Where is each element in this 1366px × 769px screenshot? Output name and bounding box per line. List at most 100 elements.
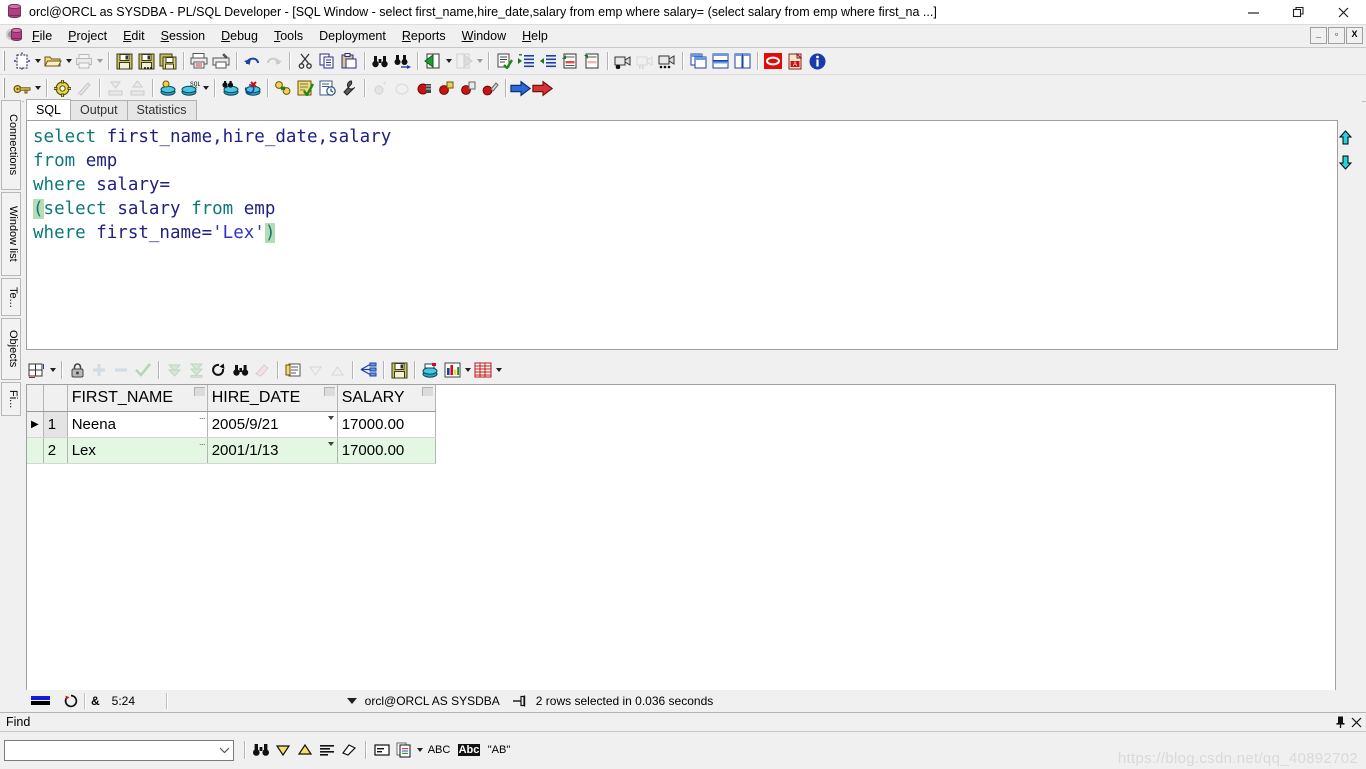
chevron-down-icon[interactable] xyxy=(444,50,453,72)
cascade-windows-icon[interactable] xyxy=(687,50,709,72)
copy-icon[interactable] xyxy=(316,50,338,72)
key-login-icon[interactable] xyxy=(11,77,33,99)
cut-icon[interactable] xyxy=(294,50,316,72)
find-in-window-icon[interactable] xyxy=(371,739,393,761)
indent-icon[interactable] xyxy=(515,50,537,72)
cell-salary[interactable]: 17000.00 xyxy=(337,411,436,438)
sidebar-item-connections[interactable]: Connections xyxy=(1,100,21,190)
sidebar-item-objects[interactable]: Objects xyxy=(1,318,21,380)
breakpoint-file-icon[interactable] xyxy=(435,77,457,99)
scroll-up-arrow-icon[interactable] xyxy=(1334,126,1356,150)
menu-debug[interactable]: Debug xyxy=(213,27,266,45)
previous-window-icon[interactable] xyxy=(422,50,444,72)
chevron-down-icon[interactable] xyxy=(48,359,57,381)
tab-sql[interactable]: SQL xyxy=(26,99,72,120)
close-button[interactable] xyxy=(1321,0,1366,24)
breakpoint-edit-icon[interactable] xyxy=(479,77,501,99)
find-icon[interactable] xyxy=(369,50,391,72)
sidebar-item-window-list[interactable]: Window list xyxy=(1,192,21,276)
sidebar-item-templates[interactable]: Te... xyxy=(1,278,21,316)
refresh-icon[interactable] xyxy=(207,359,229,381)
chevron-down-icon[interactable] xyxy=(216,741,233,760)
cell-hire-date[interactable]: 2001/1/13 xyxy=(207,437,338,464)
test-script-icon[interactable] xyxy=(294,77,316,99)
tab-statistics[interactable]: Statistics xyxy=(126,100,197,120)
menu-project[interactable]: Project xyxy=(60,27,115,45)
menu-edit[interactable]: Edit xyxy=(115,27,153,45)
record-macro-icon[interactable] xyxy=(612,50,634,72)
play-macro-icon[interactable] xyxy=(656,50,678,72)
sql-editor[interactable]: select first_name,hire_date,salary from e… xyxy=(26,120,1338,350)
breakpoint-copy-icon[interactable] xyxy=(457,77,479,99)
chevron-down-icon[interactable] xyxy=(201,77,210,99)
chevron-down-icon[interactable] xyxy=(33,50,42,72)
cell-date-picker-icon[interactable] xyxy=(327,415,334,420)
pdf-export-icon[interactable]: A xyxy=(784,50,806,72)
undo-icon[interactable] xyxy=(241,50,263,72)
outdent-icon[interactable] xyxy=(537,50,559,72)
cell-hire-date[interactable]: 2005/9/21 xyxy=(207,411,338,438)
find-down-icon[interactable] xyxy=(272,739,294,761)
scroll-down-arrow-icon[interactable] xyxy=(1334,150,1356,174)
mdi-close-button[interactable]: X xyxy=(1346,27,1363,44)
pin-icon[interactable] xyxy=(1332,714,1348,730)
grid-layout-icon[interactable] xyxy=(26,359,48,381)
new-sql-window-icon[interactable] xyxy=(157,77,179,99)
about-info-icon[interactable] xyxy=(806,50,828,72)
save-grid-icon[interactable] xyxy=(388,359,410,381)
toolbar-grip[interactable] xyxy=(2,51,9,71)
preferences-gear-icon[interactable] xyxy=(51,77,73,99)
results-grid[interactable]: FIRST_NAME HIRE_DATE SALARY ▶ 1 Neena ··· 20… xyxy=(26,384,1336,692)
row-selector[interactable]: ▶ xyxy=(27,411,44,438)
session-history-icon[interactable] xyxy=(316,77,338,99)
find-binoculars-icon[interactable] xyxy=(250,739,272,761)
copy-to-clipboard-icon[interactable] xyxy=(282,359,304,381)
find-in-grid-icon[interactable] xyxy=(229,359,251,381)
pin-session-icon[interactable] xyxy=(506,692,534,710)
query-data-icon[interactable] xyxy=(357,359,379,381)
connection-dropdown-icon[interactable] xyxy=(341,692,363,710)
breakpoints-icon[interactable] xyxy=(413,77,435,99)
find-all-icon[interactable] xyxy=(316,739,338,761)
save-icon[interactable] xyxy=(113,50,135,72)
column-header-hire-date[interactable]: HIRE_DATE xyxy=(207,385,338,412)
menu-file[interactable]: File xyxy=(24,27,60,45)
chevron-down-icon[interactable] xyxy=(463,359,472,381)
new-window-icon[interactable] xyxy=(11,50,33,72)
grid-view-icon[interactable] xyxy=(472,359,494,381)
table-row[interactable]: ▶ 1 Neena ··· 2005/9/21 17000.00 xyxy=(27,411,436,438)
find-in-files-icon[interactable] xyxy=(393,739,415,761)
mdi-child-icon[interactable] xyxy=(4,26,24,46)
object-browser-icon[interactable] xyxy=(272,77,294,99)
find-next-icon[interactable] xyxy=(391,50,413,72)
minimize-button[interactable] xyxy=(1231,0,1276,24)
mdi-restore-button[interactable]: ▫ xyxy=(1328,27,1345,44)
check-syntax-icon[interactable] xyxy=(493,50,515,72)
whole-word-icon[interactable]: "AB" xyxy=(484,739,514,761)
step-into-icon[interactable] xyxy=(510,77,532,99)
lock-record-icon[interactable] xyxy=(66,359,88,381)
cell-first-name[interactable]: Lex ··· xyxy=(67,437,208,464)
sql-code-text[interactable]: select first_name,hire_date,salary from e… xyxy=(27,121,1337,245)
export-query-results-icon[interactable] xyxy=(419,359,441,381)
chevron-down-icon[interactable] xyxy=(415,739,424,761)
tab-output[interactable]: Output xyxy=(70,100,128,120)
uncomment-icon[interactable] xyxy=(581,50,603,72)
menu-window[interactable]: Window xyxy=(454,27,514,45)
save-as-icon[interactable] xyxy=(135,50,157,72)
oracle-icon[interactable] xyxy=(762,50,784,72)
sidebar-item-files[interactable]: Fi... xyxy=(1,382,21,416)
connection-indicator[interactable]: orcl@ORCL AS SYSDBA xyxy=(363,692,506,710)
print-setup-icon[interactable] xyxy=(210,50,232,72)
run-icon[interactable] xyxy=(532,77,554,99)
cell-editor-ellipsis-icon[interactable]: ··· xyxy=(199,439,206,449)
close-icon[interactable] xyxy=(1348,714,1364,730)
maximize-restore-button[interactable] xyxy=(1276,0,1321,24)
grid-corner-cell[interactable] xyxy=(27,385,44,412)
chart-icon[interactable] xyxy=(441,359,463,381)
explain-plan-icon[interactable] xyxy=(219,77,241,99)
menu-tools[interactable]: Tools xyxy=(266,27,311,45)
cell-date-picker-icon[interactable] xyxy=(327,441,334,446)
tile-horizontal-icon[interactable] xyxy=(709,50,731,72)
chevron-down-icon[interactable] xyxy=(33,77,42,99)
